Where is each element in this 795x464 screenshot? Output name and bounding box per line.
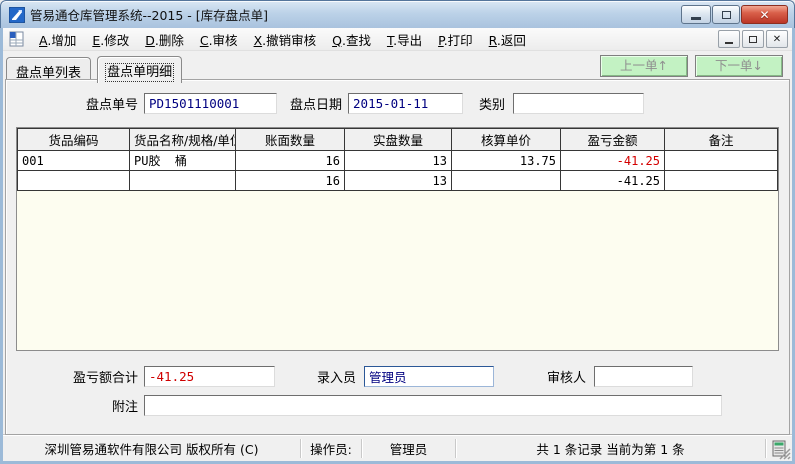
menu-item-cancel-audit[interactable]: X.撤销审核	[246, 28, 325, 51]
totals-book-qty: 16	[236, 171, 345, 191]
mdi-restore-button[interactable]	[742, 30, 764, 48]
totals-remark	[665, 171, 778, 191]
mdi-minimize-button[interactable]	[718, 30, 740, 48]
cell-actual-qty: 13	[345, 151, 452, 171]
menu-item-audit[interactable]: C.审核	[192, 28, 246, 51]
items-grid: 货品编码 货品名称/规格/单位 账面数量 实盘数量 核算单价 盈亏金额 备注 0…	[16, 127, 779, 351]
totals-row: 16 13 -41.25	[18, 171, 778, 191]
auditor-input[interactable]	[594, 366, 693, 387]
cell-unit-price: 13.75	[452, 151, 561, 171]
restore-icon	[722, 11, 731, 19]
category-label: 类别	[479, 94, 505, 113]
mdi-close-button[interactable]: ✕	[766, 30, 788, 48]
col-header-book-qty[interactable]: 账面数量	[236, 129, 345, 151]
col-header-profit-loss[interactable]: 盈亏金额	[561, 129, 665, 151]
items-table: 货品编码 货品名称/规格/单位 账面数量 实盘数量 核算单价 盈亏金额 备注 0…	[17, 128, 778, 191]
record-nav: 上一单↑ 下一单↓	[600, 55, 783, 77]
table-header-row: 货品编码 货品名称/规格/单位 账面数量 实盘数量 核算单价 盈亏金额 备注	[18, 129, 778, 151]
date-input[interactable]	[348, 93, 463, 114]
prev-record-button[interactable]: 上一单↑	[600, 55, 688, 77]
category-input[interactable]	[513, 93, 644, 114]
totals-actual-qty: 13	[345, 171, 452, 191]
cell-code: 001	[18, 151, 130, 171]
table-row[interactable]: 001 PU胶 桶 16 13 13.75 -41.25	[18, 151, 778, 171]
window-controls: ✕	[681, 5, 788, 24]
footer-form-row-1: 盈亏额合计 录入员 审核人	[6, 366, 779, 387]
auditor-label: 审核人	[547, 367, 586, 386]
totals-profit-loss: -41.25	[561, 171, 665, 191]
title-bar: 管易通仓库管理系统--2015 - [库存盘点单] ✕	[0, 0, 795, 28]
header-form-row: 盘点单号 盘点日期 类别	[6, 93, 779, 114]
note-label: 附注	[6, 396, 138, 415]
profit-total-label: 盈亏额合计	[6, 367, 138, 386]
tab-detail[interactable]: 盘点单明细	[97, 56, 182, 83]
next-record-button[interactable]: 下一单↓	[695, 55, 783, 77]
mdi-minimize-icon	[725, 42, 733, 44]
col-header-remark[interactable]: 备注	[665, 129, 778, 151]
restore-button[interactable]	[712, 5, 740, 24]
close-button[interactable]: ✕	[741, 5, 788, 24]
totals-name	[130, 171, 236, 191]
app-logo-icon	[9, 7, 25, 23]
date-label: 盘点日期	[290, 94, 342, 113]
profit-total-input[interactable]	[144, 366, 275, 387]
close-icon: ✕	[759, 9, 769, 21]
copyright-text: 深圳管易通软件有限公司 版权所有 (C)	[3, 436, 300, 461]
record-count-text: 共 1 条记录 当前为第 1 条	[456, 436, 765, 461]
menu-bar: A.增加 E.修改 D.删除 C.审核 X.撤销审核 Q.查找 T.导出 P.打…	[3, 28, 792, 51]
entry-clerk-input[interactable]	[364, 366, 494, 387]
app-window: 管易通仓库管理系统--2015 - [库存盘点单] ✕ A.增加 E.修改 D.…	[0, 0, 795, 464]
window-title: 管易通仓库管理系统--2015 - [库存盘点单]	[30, 5, 268, 24]
mdi-document-icon	[8, 31, 25, 47]
mdi-window-controls: ✕	[718, 30, 788, 48]
tab-strip: 盘点单列表 盘点单明细 上一单↑ 下一单↓	[3, 51, 792, 79]
operator-label: 操作员:	[301, 436, 361, 461]
resize-grip[interactable]	[778, 447, 791, 460]
cell-remark	[665, 151, 778, 171]
col-header-actual-qty[interactable]: 实盘数量	[345, 129, 452, 151]
col-header-unit-price[interactable]: 核算单价	[452, 129, 561, 151]
menu-item-print[interactable]: P.打印	[430, 28, 481, 51]
order-no-label: 盘点单号	[6, 94, 138, 113]
col-header-code[interactable]: 货品编码	[18, 129, 130, 151]
minimize-icon	[691, 17, 701, 20]
totals-code	[18, 171, 130, 191]
mdi-restore-icon	[749, 36, 757, 43]
note-input[interactable]	[144, 395, 722, 416]
cell-book-qty: 16	[236, 151, 345, 171]
detail-panel: 盘点单号 盘点日期 类别 货品编码 货品名称/规格/单位	[5, 79, 790, 435]
status-bar: 深圳管易通软件有限公司 版权所有 (C) 操作员: 管理员 共 1 条记录 当前…	[3, 435, 792, 461]
totals-unit-price	[452, 171, 561, 191]
menu-item-find[interactable]: Q.查找	[324, 28, 379, 51]
window-frame: A.增加 E.修改 D.删除 C.审核 X.撤销审核 Q.查找 T.导出 P.打…	[0, 28, 795, 464]
menu-item-delete[interactable]: D.删除	[137, 28, 192, 51]
footer-form-row-2: 附注	[6, 395, 779, 416]
entry-clerk-label: 录入员	[317, 367, 356, 386]
menu-item-add[interactable]: A.增加	[31, 28, 84, 51]
cell-profit-loss: -41.25	[561, 151, 665, 171]
statusbar-icon-cell	[766, 436, 792, 461]
operator-value: 管理员	[362, 436, 455, 461]
menu-item-edit[interactable]: E.修改	[84, 28, 137, 51]
cell-name: PU胶 桶	[130, 151, 236, 171]
order-no-input[interactable]	[144, 93, 277, 114]
menu-item-export[interactable]: T.导出	[379, 28, 430, 51]
col-header-name[interactable]: 货品名称/规格/单位	[130, 129, 236, 151]
minimize-button[interactable]	[681, 5, 711, 24]
menu-item-return[interactable]: R.返回	[481, 28, 534, 51]
